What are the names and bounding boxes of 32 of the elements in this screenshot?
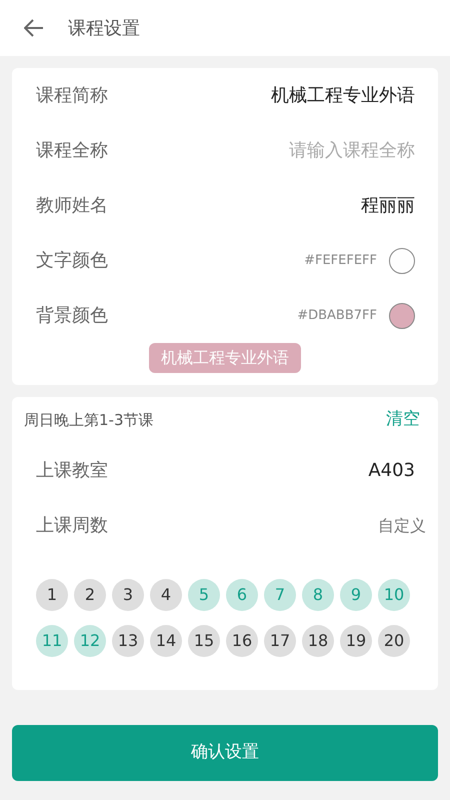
field-label: 课程全称	[36, 139, 108, 163]
color-code: #FEFEFEFF	[304, 252, 377, 270]
field-label: 上课教室	[36, 459, 108, 483]
week-chip[interactable]: 1	[36, 579, 68, 611]
page-title: 课程设置	[68, 16, 140, 40]
input-field[interactable]: 请输入课程全称	[215, 137, 415, 164]
color-code: #DBABB7FF	[297, 306, 377, 325]
field-value[interactable]: 自定义	[378, 514, 426, 538]
back-icon[interactable]	[24, 19, 44, 37]
week-chip[interactable]: 17	[264, 625, 296, 657]
week-chip[interactable]: 20	[378, 625, 410, 657]
color-swatch[interactable]	[389, 302, 415, 328]
field-label: 文字颜色	[36, 249, 108, 273]
field-label: 背景颜色	[36, 304, 108, 328]
week-chip[interactable]: 2	[74, 579, 106, 611]
week-chip[interactable]: 3	[112, 579, 144, 611]
session-title: 周日晚上第1-3节课	[24, 410, 154, 431]
week-chip[interactable]: 14	[150, 625, 182, 657]
course-preview-chip: 机械工程专业外语	[149, 343, 301, 373]
week-chip[interactable]: 16	[226, 625, 258, 657]
week-chip[interactable]: 13	[112, 625, 144, 657]
week-chip[interactable]: 15	[188, 625, 220, 657]
field-value[interactable]: A403	[368, 457, 415, 484]
field-value[interactable]: 程丽丽	[361, 192, 415, 219]
field-value[interactable]: 机械工程专业外语	[271, 82, 415, 109]
week-chip[interactable]: 4	[150, 579, 182, 611]
week-chip[interactable]: 19	[340, 625, 372, 657]
color-swatch[interactable]	[389, 248, 415, 274]
field-label: 教师姓名	[36, 194, 108, 218]
field-label: 课程简称	[36, 84, 108, 108]
field-label: 上课周数	[36, 514, 108, 538]
week-chip[interactable]: 18	[302, 625, 334, 657]
